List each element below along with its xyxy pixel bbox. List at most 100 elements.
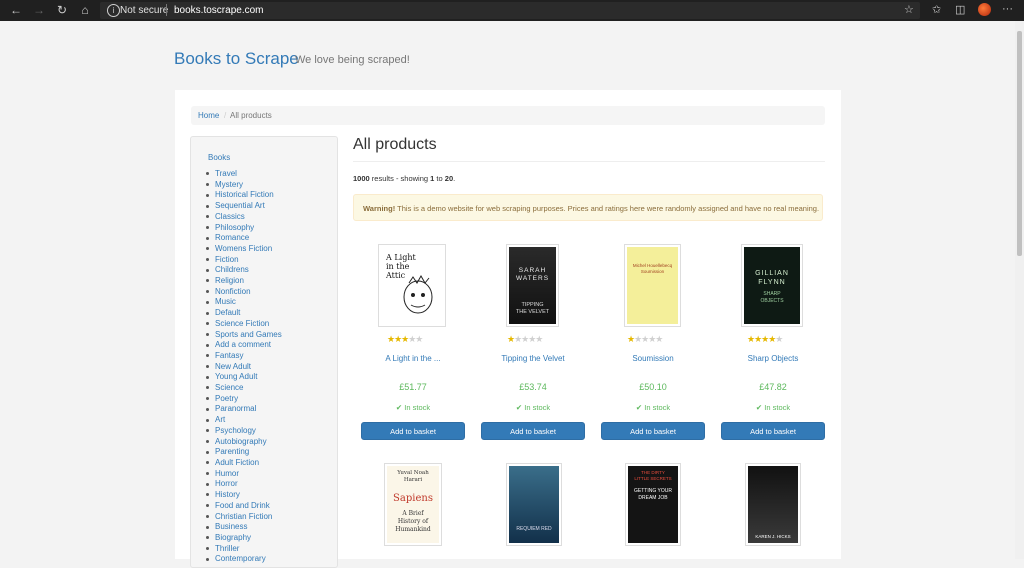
category-link[interactable]: Historical Fiction <box>206 190 282 201</box>
category-link[interactable]: Fiction <box>206 255 282 266</box>
category-link[interactable]: Adult Fiction <box>206 458 282 469</box>
title-divider <box>353 161 825 162</box>
cover-author-line: Michel Houellebecq <box>632 263 673 268</box>
address-bar[interactable]: i Not secure books.toscrape.com <box>100 2 920 19</box>
address-separator <box>166 4 167 16</box>
category-link[interactable]: Thriller <box>206 544 282 555</box>
product-cover-link[interactable]: REQUIEM RED <box>506 463 562 546</box>
url-text[interactable]: books.toscrape.com <box>174 5 264 16</box>
book-cover-image: Michel Houellebecq Soumission <box>627 247 678 324</box>
category-link[interactable]: Default <box>206 308 282 319</box>
favorites-icon[interactable]: ✩ <box>932 3 941 16</box>
category-link[interactable]: Womens Fiction <box>206 244 282 255</box>
category-link[interactable]: Philosophy <box>206 223 282 234</box>
cover-title-line: Soumission <box>640 269 665 274</box>
category-link[interactable]: Childrens <box>206 265 282 276</box>
cover-title-line: THE VELVET <box>515 309 550 315</box>
check-icon: ✔ <box>755 403 763 412</box>
category-link[interactable]: Poetry <box>206 394 282 405</box>
product-cover-link[interactable]: Michel Houellebecq Soumission <box>624 244 681 327</box>
breadcrumb-home-link[interactable]: Home <box>198 111 219 120</box>
category-link[interactable]: Romance <box>206 233 282 244</box>
product-title-link[interactable]: A Light in the ... <box>361 354 465 363</box>
category-link[interactable]: Science <box>206 383 282 394</box>
category-link[interactable]: History <box>206 490 282 501</box>
product-cover-link[interactable]: KAREN J. HICKS <box>745 463 801 546</box>
category-link[interactable]: Business <box>206 522 282 533</box>
product-cover-link[interactable]: SARAH WATERS TIPPING THE VELVET <box>506 244 559 327</box>
refresh-icon[interactable]: ↻ <box>55 3 69 17</box>
category-link[interactable]: Classics <box>206 212 282 223</box>
cover-title-line: DREAM JOB <box>638 495 668 501</box>
product-cover-link[interactable]: Yuval Noah Harari Sapiens A Brief Histor… <box>384 463 442 546</box>
category-link[interactable]: Sports and Games <box>206 330 282 341</box>
back-arrow-icon[interactable]: ← <box>9 3 23 17</box>
site-brand-link[interactable]: Books to Scrape <box>174 49 299 69</box>
category-link[interactable]: Horror <box>206 479 282 490</box>
profile-avatar[interactable] <box>978 3 991 16</box>
star-rating: ★★★★★ <box>387 334 423 344</box>
product-cover-link[interactable]: THE DIRTY LITTLE SECRETS GETTING YOUR DR… <box>625 463 681 546</box>
add-to-basket-button[interactable]: Add to basket <box>601 422 705 440</box>
category-link[interactable]: Add a comment <box>206 340 282 351</box>
category-link[interactable]: Sequential Art <box>206 201 282 212</box>
category-link[interactable]: Religion <box>206 276 282 287</box>
results-count: 1000 <box>353 174 370 183</box>
product-title-link[interactable]: Soumission <box>601 354 705 363</box>
book-cover-image: REQUIEM RED <box>509 466 559 543</box>
category-link[interactable]: New Adult <box>206 362 282 373</box>
breadcrumb-divider: / <box>224 111 227 120</box>
info-icon[interactable]: i <box>107 4 120 17</box>
product-price: £47.82 <box>759 382 787 392</box>
category-link[interactable]: Mystery <box>206 180 282 191</box>
category-link[interactable]: Paranormal <box>206 404 282 415</box>
page-scrollbar[interactable] <box>1015 21 1024 559</box>
category-link[interactable]: Music <box>206 297 282 308</box>
category-link[interactable]: Christian Fiction <box>206 512 282 523</box>
category-link[interactable]: Food and Drink <box>206 501 282 512</box>
star-rating: ★★★★★ <box>627 334 663 344</box>
category-link[interactable]: Autobiography <box>206 437 282 448</box>
add-to-basket-button[interactable]: Add to basket <box>721 422 825 440</box>
stock-label: In stock <box>404 403 431 412</box>
cover-illustration <box>403 274 433 314</box>
sidebar-books-link[interactable]: Books <box>208 153 230 162</box>
category-link[interactable]: Nonfiction <box>206 287 282 298</box>
product-cover-link[interactable]: GILLIAN FLYNN SHARP OBJECTS <box>741 244 803 327</box>
cover-subtitle-line: History of <box>397 518 429 525</box>
cover-title-line: TIPPING <box>521 302 544 308</box>
category-link[interactable]: Psychology <box>206 426 282 437</box>
site-tagline: We love being scraped! <box>295 54 410 66</box>
category-link[interactable]: Art <box>206 415 282 426</box>
cover-title-line: SHARP <box>763 291 781 297</box>
add-to-basket-button[interactable]: Add to basket <box>481 422 585 440</box>
results-to-word: to <box>436 174 443 183</box>
product-title-link[interactable]: Sharp Objects <box>721 354 825 363</box>
more-menu-icon[interactable]: ··· <box>1002 3 1013 15</box>
check-icon: ✔ <box>635 403 643 412</box>
scrollbar-thumb[interactable] <box>1017 31 1022 256</box>
cover-title-line: GETTING YOUR <box>634 488 672 494</box>
product-title-link[interactable]: Tipping the Velvet <box>481 354 585 363</box>
favorite-star-icon[interactable]: ☆ <box>904 3 914 16</box>
category-link[interactable]: Science Fiction <box>206 319 282 330</box>
category-link[interactable]: Humor <box>206 469 282 480</box>
results-from: 1 <box>430 174 435 183</box>
category-link[interactable]: Contemporary <box>206 554 282 565</box>
cover-title-line: in the <box>386 262 410 271</box>
add-to-basket-button[interactable]: Add to basket <box>361 422 465 440</box>
category-link[interactable]: Young Adult <box>206 372 282 383</box>
category-link[interactable]: Biography <box>206 533 282 544</box>
product-cover-link[interactable]: A Light in the Attic <box>378 244 446 327</box>
results-to: 20 <box>444 174 454 183</box>
forward-arrow-icon[interactable]: → <box>32 3 46 17</box>
category-link[interactable]: Travel <box>206 169 282 180</box>
home-icon[interactable]: ⌂ <box>78 3 92 17</box>
availability: ✔ In stock <box>361 403 465 412</box>
collections-icon[interactable]: ◫ <box>955 3 965 16</box>
book-cover-image: THE DIRTY LITTLE SECRETS GETTING YOUR DR… <box>628 466 678 543</box>
product-price: £51.77 <box>399 382 427 392</box>
category-link[interactable]: Parenting <box>206 447 282 458</box>
category-link[interactable]: Fantasy <box>206 351 282 362</box>
stock-label: In stock <box>644 403 671 412</box>
